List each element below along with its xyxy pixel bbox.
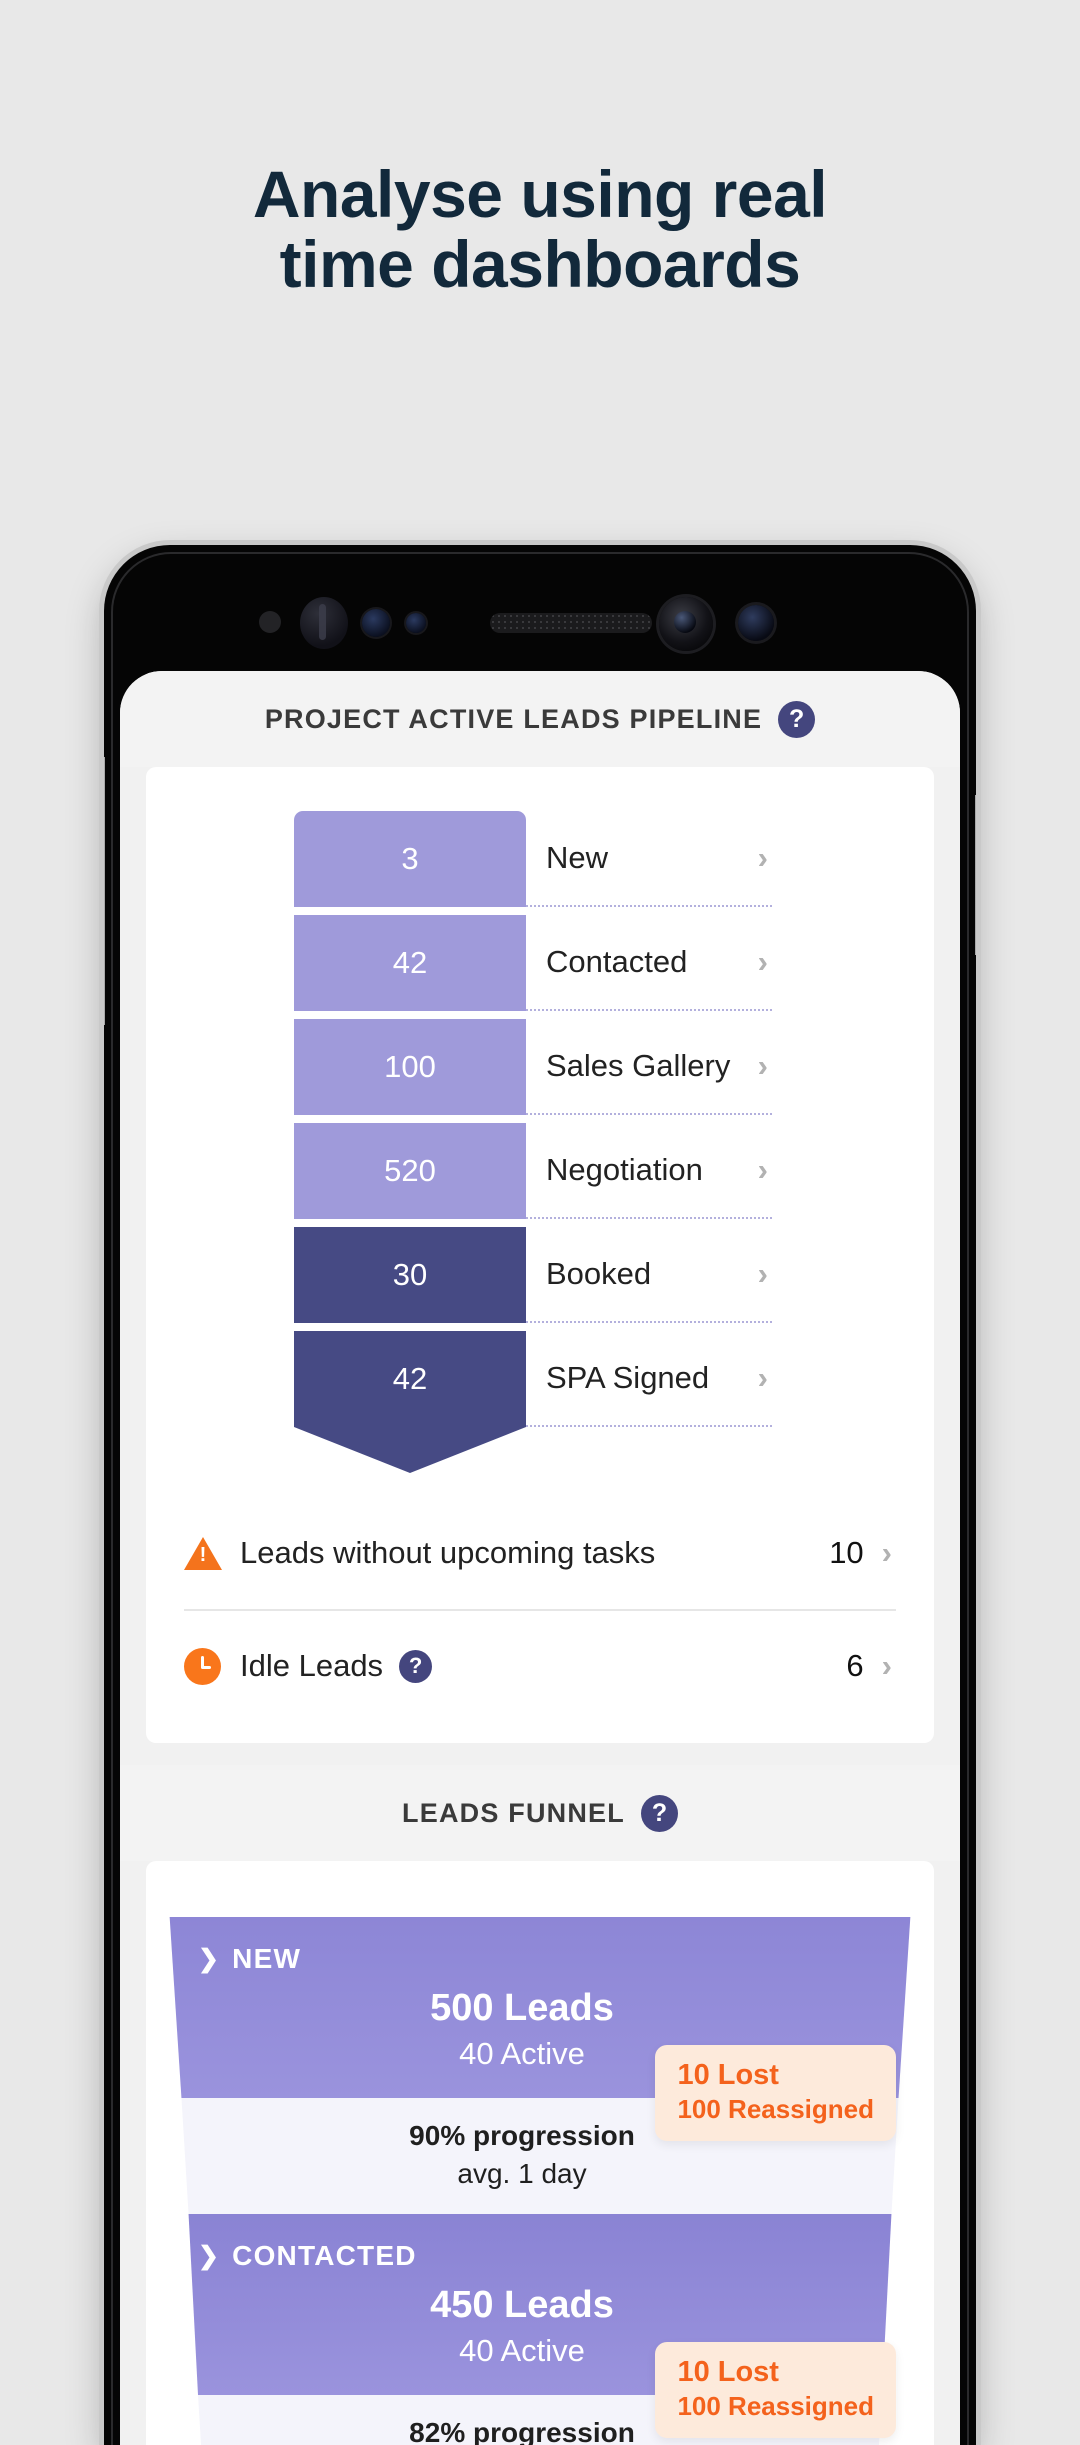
funnel-stage-label: NEW [232, 1943, 302, 1974]
chevron-right-icon[interactable]: › [758, 1256, 772, 1292]
iris-scanner-icon [300, 597, 348, 649]
help-icon[interactable]: ? [778, 700, 816, 738]
help-icon[interactable]: ? [640, 1794, 678, 1832]
alert-label-text: Idle Leads [240, 1648, 384, 1683]
proximity-sensor-icon [362, 609, 390, 637]
chevron-right-icon[interactable]: › [758, 1152, 772, 1188]
alert-count: 6 [846, 1648, 864, 1683]
funnel-lost-count: 10 Lost [677, 2356, 779, 2388]
front-camera-icon [659, 597, 713, 651]
pipeline-bar: 3 [294, 811, 526, 907]
pipeline-bar: 30 [294, 1227, 526, 1323]
funnel-stage-name: ❯ CONTACTED [189, 2240, 892, 2272]
chevron-right-icon[interactable]: › [882, 1535, 896, 1571]
pipeline-bar: 520 [294, 1123, 526, 1219]
funnel-card: ❯ NEW 500 Leads 40 Active 10 Lost 100 Re… [146, 1861, 934, 2445]
clock-icon [184, 1647, 240, 1685]
sensor-dot-icon [259, 611, 281, 633]
volume-button[interactable] [104, 757, 105, 1025]
funnel-stage-leads: 450 Leads [430, 2284, 614, 2326]
funnel-lost-badge[interactable]: 10 Lost 100 Reassigned [655, 2342, 896, 2438]
alert-label: Idle Leads ? [240, 1648, 846, 1684]
pipeline-label: Booked [546, 1256, 652, 1291]
power-button[interactable] [975, 795, 976, 955]
alert-label-text: Leads without upcoming tasks [240, 1535, 656, 1570]
pipeline-row-sales-gallery[interactable]: 100 Sales Gallery › [146, 1019, 934, 1115]
chevron-right-icon[interactable]: › [758, 1048, 772, 1084]
chevron-right-icon: ❯ [198, 1945, 221, 1973]
pipeline-bar: 100 [294, 1019, 526, 1115]
warning-triangle-icon [184, 1536, 240, 1570]
alert-label: Leads without upcoming tasks [240, 1535, 829, 1571]
funnel-progression-avg: avg. 1 day [457, 2158, 587, 2189]
secondary-camera-icon [738, 605, 774, 641]
headline-line-2: time dashboards [279, 226, 801, 301]
pipeline-row-right: Booked › [526, 1227, 772, 1323]
pipeline-label: New [546, 840, 609, 875]
chevron-right-icon[interactable]: › [758, 944, 772, 980]
help-icon[interactable]: ? [399, 1649, 433, 1683]
earpiece-speaker-icon [490, 613, 652, 633]
funnel-stage-new[interactable]: ❯ NEW 500 Leads 40 Active 10 Lost 100 Re… [146, 1917, 934, 2214]
chevron-right-icon[interactable]: › [882, 1648, 896, 1684]
pipeline-row-right: Sales Gallery › [526, 1019, 772, 1115]
pipeline-title: PROJECT ACTIVE LEADS PIPELINE [264, 703, 763, 734]
funnel-section: LEADS FUNNEL ? ❯ NEW 500 Leads 40 Active [120, 1765, 960, 2445]
alert-row-idle-leads[interactable]: Idle Leads ? 6 › [184, 1609, 896, 1721]
pipeline-row-right: Contacted › [526, 915, 772, 1011]
pipeline-row-contacted[interactable]: 42 Contacted › [146, 915, 934, 1011]
pipeline-card: 3 New › 42 Contacted › 100 Sales Gallery… [146, 767, 934, 1743]
pipeline-row-right: New › [526, 811, 772, 907]
pipeline-row-spa-signed[interactable]: 42 SPA Signed › [146, 1331, 934, 1427]
pipeline-funnel-tip [294, 1427, 526, 1473]
chevron-right-icon[interactable]: › [758, 840, 772, 876]
funnel-title: LEADS FUNNEL [402, 1797, 625, 1828]
app-screen: PROJECT ACTIVE LEADS PIPELINE ? 3 New › … [120, 671, 960, 2445]
chevron-right-icon: ❯ [198, 2242, 221, 2270]
alerts-list: Leads without upcoming tasks 10 › Idle L… [146, 1483, 934, 1743]
alert-row-leads-without-tasks[interactable]: Leads without upcoming tasks 10 › [184, 1497, 896, 1609]
pipeline-label: Sales Gallery [546, 1048, 731, 1083]
pipeline-label: Contacted [546, 944, 688, 979]
page-title: Analyse using real time dashboards [0, 157, 1080, 301]
pipeline-row-negotiation[interactable]: 520 Negotiation › [146, 1123, 934, 1219]
funnel-stage-leads: 500 Leads [430, 1987, 614, 2029]
alert-count: 10 [829, 1535, 864, 1570]
headline-line-1: Analyse using real [252, 157, 828, 231]
funnel-lost-badge[interactable]: 10 Lost 100 Reassigned [655, 2045, 896, 2141]
pipeline-row-right: Negotiation › [526, 1123, 772, 1219]
phone-mockup: PROJECT ACTIVE LEADS PIPELINE ? 3 New › … [104, 545, 976, 2445]
pipeline-section-header: PROJECT ACTIVE LEADS PIPELINE ? [120, 671, 960, 767]
funnel-lost-count: 10 Lost [677, 2059, 779, 2091]
phone-sensor-bar [104, 545, 976, 675]
light-sensor-icon [406, 613, 426, 633]
pipeline-bar: 42 [294, 1331, 526, 1427]
pipeline-list: 3 New › 42 Contacted › 100 Sales Gallery… [146, 767, 934, 1483]
pipeline-label: Negotiation [546, 1152, 703, 1187]
pipeline-label: SPA Signed [546, 1360, 710, 1395]
chevron-right-icon[interactable]: › [758, 1360, 772, 1396]
funnel-stage-contacted[interactable]: ❯ CONTACTED 450 Leads 40 Active 10 Lost … [146, 2214, 934, 2445]
funnel-stage-name: ❯ NEW [170, 1943, 911, 1975]
funnel-reassigned-count: 100 Reassigned [677, 2094, 874, 2124]
pipeline-row-new[interactable]: 3 New › [146, 811, 934, 907]
pipeline-row-right: SPA Signed › [526, 1331, 772, 1427]
funnel-stage-label: CONTACTED [232, 2240, 417, 2271]
pipeline-row-booked[interactable]: 30 Booked › [146, 1227, 934, 1323]
funnel-section-header: LEADS FUNNEL ? [120, 1765, 960, 1861]
pipeline-bar: 42 [294, 915, 526, 1011]
funnel-reassigned-count: 100 Reassigned [677, 2391, 874, 2421]
